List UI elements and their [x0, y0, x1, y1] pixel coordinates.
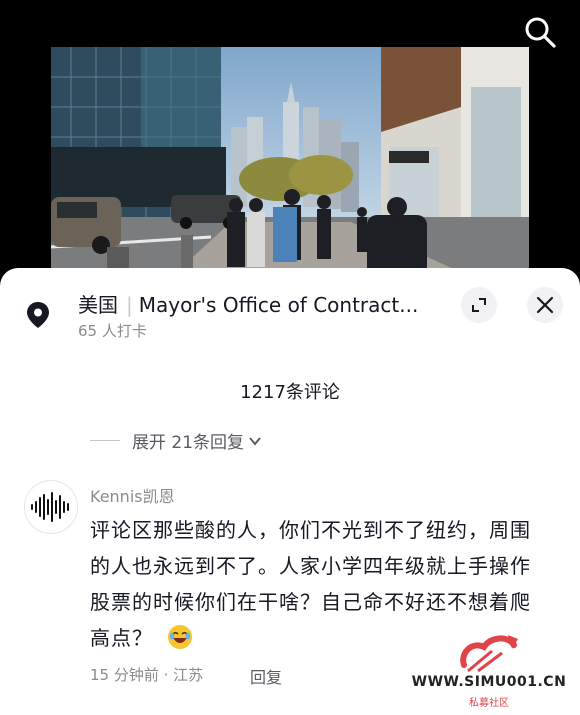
replies-divider	[90, 440, 120, 441]
soundwave-avatar-icon	[31, 492, 69, 522]
search-button[interactable]	[520, 12, 560, 52]
comment-count: 1217条评论	[240, 382, 340, 403]
checkin-count: 65 人打卡	[78, 322, 147, 340]
watermark-sub: 私募社区	[469, 698, 509, 709]
close-icon	[536, 296, 554, 314]
location-title: 美国 | Mayor's Office of Contract...	[78, 289, 438, 318]
location-country: 美国	[78, 293, 118, 317]
media-area	[0, 0, 580, 290]
watermark-site: WWW.SIMU001.CN	[411, 674, 567, 690]
expand-replies-label: 展开 21条回复	[132, 433, 245, 453]
location-pin-icon	[27, 302, 49, 328]
street-photo[interactable]	[51, 47, 529, 277]
search-icon	[525, 17, 556, 48]
expand-replies-button[interactable]: 展开 21条回复	[90, 428, 263, 453]
comment-meta: 15 分钟前 · 江苏	[90, 666, 204, 684]
laughing-emoji-icon	[166, 623, 194, 662]
watermark-logo-icon	[460, 635, 518, 673]
title-divider: |	[126, 293, 133, 317]
chevron-down-icon	[249, 436, 261, 446]
expand-icon	[472, 298, 486, 312]
watermark: WWW.SIMU001.CN 私募社区	[400, 631, 578, 715]
location-place: Mayor's Office of Contract...	[138, 293, 419, 317]
comment-username[interactable]: Kennis凯恩	[90, 483, 175, 507]
expand-button[interactable]	[461, 287, 497, 323]
avatar[interactable]	[24, 480, 78, 534]
close-button[interactable]	[527, 287, 563, 323]
reply-button[interactable]: 回复	[250, 664, 282, 688]
